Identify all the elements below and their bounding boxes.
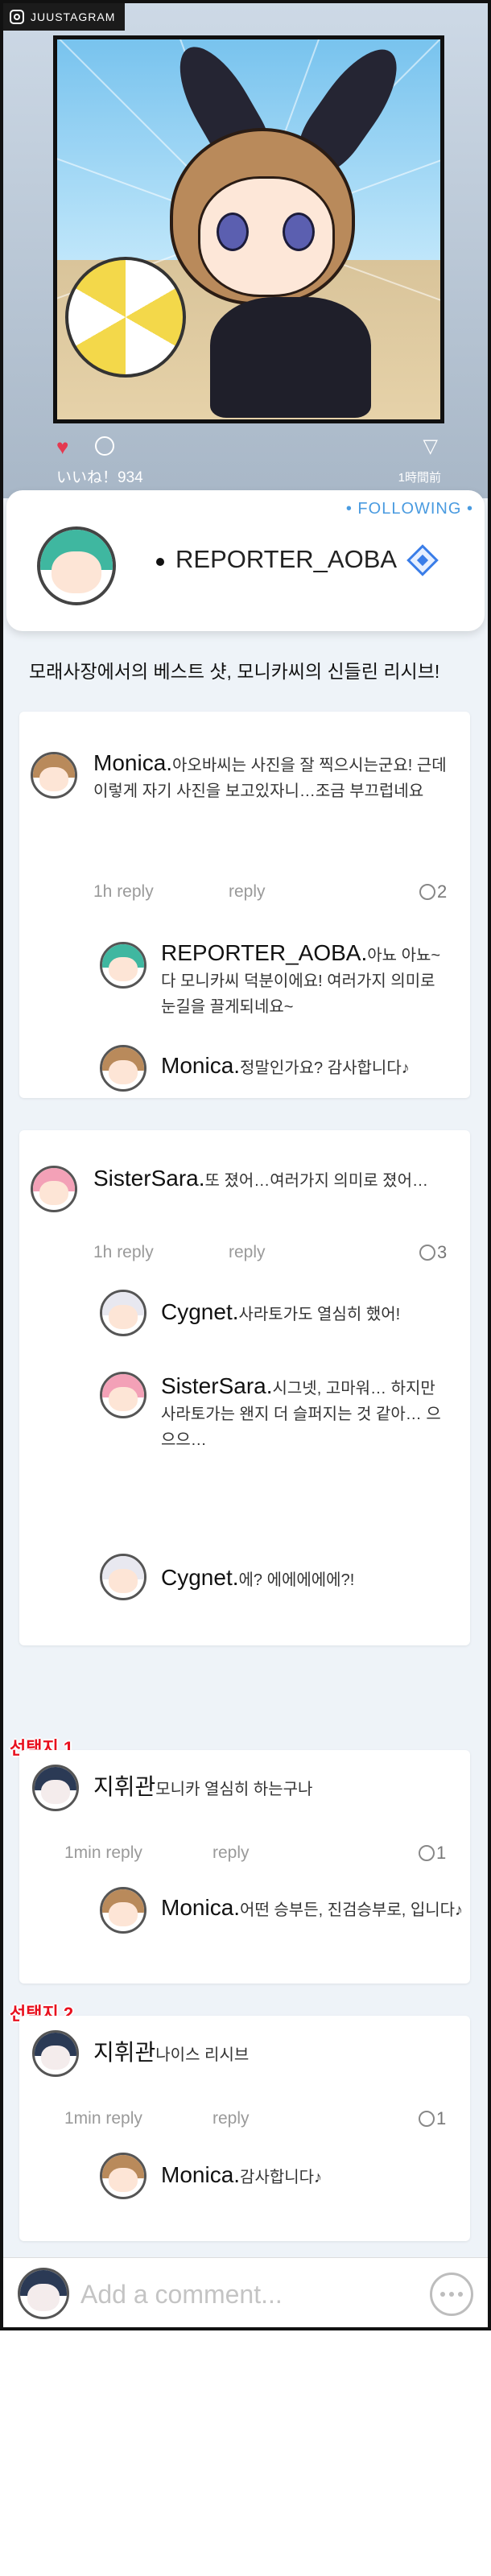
avatar[interactable] [100,1290,146,1336]
app-badge: JUUSTAGRAM [3,3,126,31]
comment-time: 1min reply [64,1843,142,1862]
comment-meta: 1h reply reply 3 [93,1242,456,1263]
comment-thread: 지휘관모니카 열심히 하는구나 1min reply reply 1 Monic… [19,1750,470,1984]
reply-text: 에? 에에에에에?! [238,1571,355,1589]
avatar[interactable] [100,1045,146,1092]
comment-meta: 1min reply reply 1 [64,2108,467,2129]
comment: SisterSara.또 졌어…여러가지 의미로 졌어… [93,1166,448,1194]
reply: Cygnet.사라토가도 열심히 했어! [161,1299,467,1327]
follow-status[interactable]: • FOLLOWING • [346,500,473,518]
beach-ball-icon [65,257,186,378]
comment-username[interactable]: 지휘관 [93,1774,155,1799]
reply: Monica.감사합니다♪ [161,2162,467,2190]
comment: Monica.아오바씨는 사진을 잘 찍으시는군요! 근데 이렇게 자기 사진을… [93,750,448,804]
reply-username[interactable]: Cygnet. [161,1565,239,1590]
avatar[interactable] [31,752,77,799]
avatar[interactable] [100,2153,146,2199]
reply-username[interactable]: Monica. [161,1053,240,1078]
reply: Cygnet.에? 에에에에에?! [161,1565,467,1593]
comment-thread: Monica.아오바씨는 사진을 잘 찍으시는군요! 근데 이렇게 자기 사진을… [19,712,470,1098]
post-actions: ♥ ▽ いいね！934 1時間前 [53,430,444,494]
comment-text: 나이스 리시브 [155,2046,250,2064]
reply: Monica.어떤 승부든, 진검승부로, 입니다♪ [161,1895,467,1923]
comment-thread: SisterSara.또 졌어…여러가지 의미로 졌어… 1h reply re… [19,1130,470,1645]
comment-username[interactable]: Monica. [93,750,172,775]
app-name: JUUSTAGRAM [31,10,116,23]
send-icon[interactable]: ▽ [423,435,438,458]
camera-icon [10,10,24,24]
reply-bubble-icon [419,1245,435,1261]
verified-badge-icon [406,544,439,576]
post-caption: 모래사장에서의 베스트 샷, 모니카씨의 신들린 리시브! [29,661,440,682]
avatar[interactable] [31,1166,77,1212]
reply-button[interactable]: reply [229,882,266,902]
reply-text: 사라토가도 열심히 했어! [238,1306,401,1323]
reply-bubble-icon [419,884,435,900]
comment-meta: 1min reply reply 1 [64,1843,467,1863]
comment-meta: 1h reply reply 2 [93,881,456,902]
reply-text: 감사합니다♪ [240,2169,323,2186]
reply-button[interactable]: reply [212,1843,250,1863]
reply: REPORTER_AOBA.아뇨 아뇨~ 다 모니카씨 덕분이에요! 여러가지 … [161,940,451,1020]
reply-count[interactable]: 2 [419,881,447,902]
reply: SisterSara.시그넷, 고마워… 하지만 사라토가는 왠지 더 슬퍼지는… [161,1373,451,1453]
reply-button[interactable]: reply [212,2109,250,2128]
reply-count[interactable]: 1 [419,1843,446,1864]
reply-username[interactable]: Monica. [161,2162,240,2187]
heart-icon[interactable]: ♥ [56,435,68,460]
reply-username[interactable]: Cygnet. [161,1299,239,1324]
comment-username[interactable]: SisterSara. [93,1166,205,1191]
avatar[interactable] [100,1887,146,1934]
reply-username[interactable]: SisterSara. [161,1373,273,1398]
avatar[interactable] [32,1765,79,1811]
post-photo[interactable] [53,35,444,423]
avatar[interactable] [100,1554,146,1600]
reply-bubble-icon [419,2111,435,2127]
avatar[interactable] [37,526,116,605]
author-card: • FOLLOWING • REPORTER_AOBA [6,490,485,631]
reply-count[interactable]: 1 [419,2108,446,2129]
comment-thread: 지휘관나이스 리시브 1min reply reply 1 Monica.감사합… [19,2016,470,2241]
comment-username[interactable]: 지휘관 [93,2040,155,2065]
avatar[interactable] [100,1372,146,1418]
comment-bar [3,2257,488,2327]
post-time: 1時間前 [398,471,441,485]
comment-time: 1min reply [64,2109,142,2128]
comment: 지휘관모니카 열심히 하는구나 [93,1774,448,1802]
comment-time: 1h reply [93,882,154,901]
comment-text: 모니카 열심히 하는구나 [155,1781,313,1798]
bullet-icon [156,558,164,566]
post-media-section: JUUSTAGRAM ♥ ▽ いいね！934 1時間前 [3,3,488,498]
like-count: いいね！934 [56,469,143,486]
reply: Monica.정말인가요? 감사합니다♪ [161,1053,467,1081]
reply-username[interactable]: REPORTER_AOBA. [161,940,367,965]
reply-count[interactable]: 3 [419,1242,447,1263]
reply-text: 정말인가요? 감사합니다♪ [240,1059,410,1077]
avatar [18,2268,69,2319]
comment-input[interactable] [80,2274,411,2314]
reply-username[interactable]: Monica. [161,1895,240,1920]
reply-button[interactable]: reply [229,1243,266,1262]
comment-icon[interactable] [95,436,114,456]
comment-time: 1h reply [93,1243,154,1261]
post-screen: JUUSTAGRAM ♥ ▽ いいね！934 1時間前 • FOLLOWING … [0,0,491,2330]
author-name[interactable]: REPORTER_AOBA [175,545,397,574]
avatar[interactable] [32,2030,79,2077]
reply-text: 어떤 승부든, 진검승부로, 입니다♪ [240,1901,464,1919]
emoji-icon[interactable] [430,2273,473,2316]
comment: 지휘관나이스 리시브 [93,2040,448,2068]
comment-text: 또 졌어…여러가지 의미로 졌어… [204,1172,428,1190]
avatar[interactable] [100,942,146,989]
reply-bubble-icon [419,1845,435,1861]
